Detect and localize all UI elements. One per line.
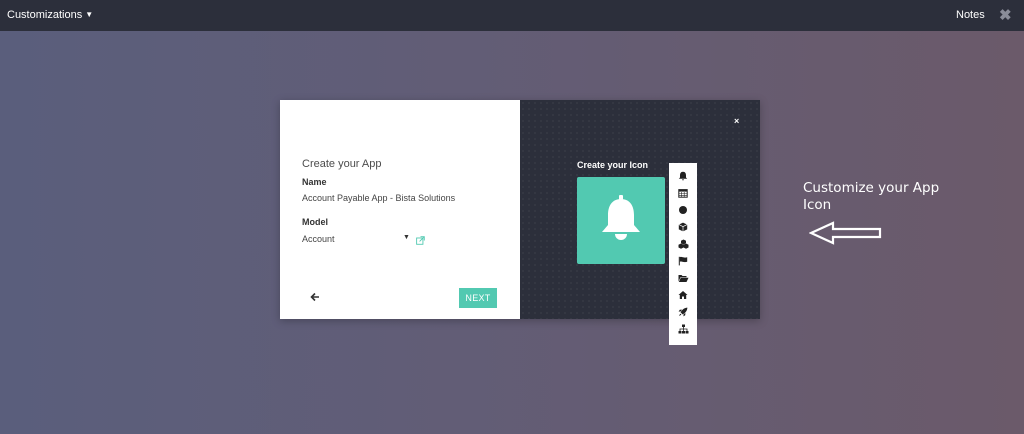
cube-icon[interactable]: [677, 221, 689, 233]
caret-down-icon[interactable]: ▼: [403, 234, 410, 241]
next-button[interactable]: NEXT: [459, 288, 497, 308]
annotation-line-1: Customize your App: [803, 180, 940, 196]
model-select[interactable]: Account: [302, 234, 335, 244]
name-field[interactable]: Account Payable App - Bista Solutions: [302, 193, 455, 203]
annotation-line-2: Icon: [803, 197, 832, 213]
icon-heading: Create your Icon: [577, 160, 649, 170]
back-arrow-icon[interactable]: [310, 290, 320, 305]
sitemap-icon[interactable]: [677, 323, 689, 335]
external-link-icon[interactable]: [416, 236, 425, 245]
rocket-icon[interactable]: [677, 306, 689, 318]
flag-icon[interactable]: [677, 255, 689, 267]
model-label: Model: [302, 217, 328, 227]
customizations-menu[interactable]: Customizations ▼: [7, 9, 93, 21]
notes-link[interactable]: Notes: [956, 9, 985, 21]
name-label: Name: [302, 177, 327, 187]
icon-panel: × Create your Icon: [520, 100, 760, 319]
calendar-icon[interactable]: [677, 187, 689, 199]
home-icon[interactable]: [677, 289, 689, 301]
customizations-label: Customizations: [7, 9, 83, 21]
icon-preview[interactable]: [577, 177, 665, 264]
left-arrow-annotation-icon: [809, 221, 882, 245]
top-bar: Customizations ▼ Notes ✖: [0, 0, 1024, 31]
caret-down-icon: ▼: [85, 10, 94, 19]
dialog-title: Create your App: [302, 158, 382, 170]
cubes-icon[interactable]: [677, 238, 689, 250]
close-icon[interactable]: ✖: [999, 6, 1012, 24]
icon-picker: [669, 163, 697, 345]
bell-icon[interactable]: [677, 170, 689, 182]
circle-icon[interactable]: [677, 204, 689, 216]
annotation-text: Customize your App Icon: [803, 180, 1003, 214]
dialog-close-icon[interactable]: ×: [734, 116, 739, 126]
folder-open-icon[interactable]: [677, 272, 689, 284]
bell-icon: [602, 195, 640, 240]
app-form-panel: Create your App Name Account Payable App…: [280, 100, 520, 319]
